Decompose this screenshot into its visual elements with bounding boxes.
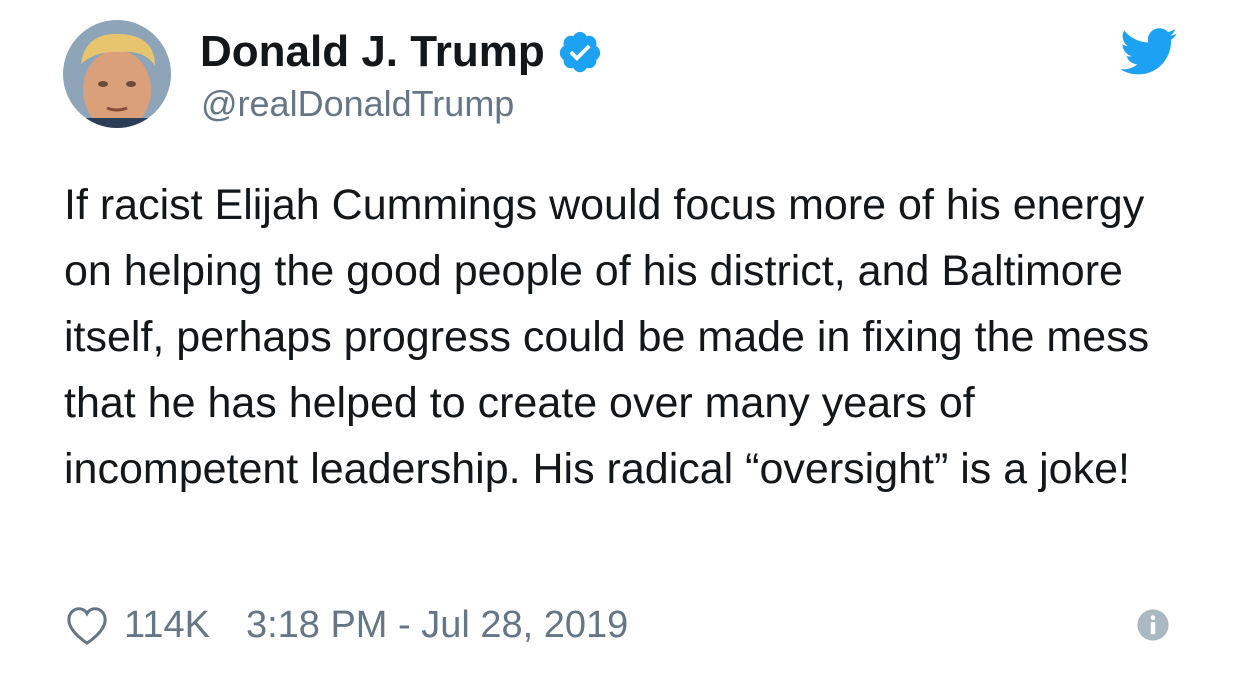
heart-icon[interactable] (64, 604, 110, 646)
avatar[interactable] (63, 20, 171, 128)
info-icon[interactable] (1136, 608, 1170, 642)
avatar-photo (63, 20, 171, 128)
verified-badge-icon (559, 31, 600, 73)
author-name-row[interactable]: Donald J. Trump (200, 24, 603, 80)
like-count[interactable]: 114K (124, 604, 210, 647)
tweet-footer: 114K 3:18 PM - Jul 28, 2019 (64, 600, 628, 650)
timestamp[interactable]: 3:18 PM - Jul 28, 2019 (246, 604, 628, 647)
tweet-card: Donald J. Trump @realDonaldTrump If raci… (0, 0, 1242, 682)
twitter-bird-icon[interactable] (1120, 28, 1178, 76)
user-handle[interactable]: @realDonaldTrump (201, 80, 514, 128)
display-name[interactable]: Donald J. Trump (200, 24, 545, 80)
tweet-text: If racist Elijah Cummings would focus mo… (64, 181, 1150, 493)
